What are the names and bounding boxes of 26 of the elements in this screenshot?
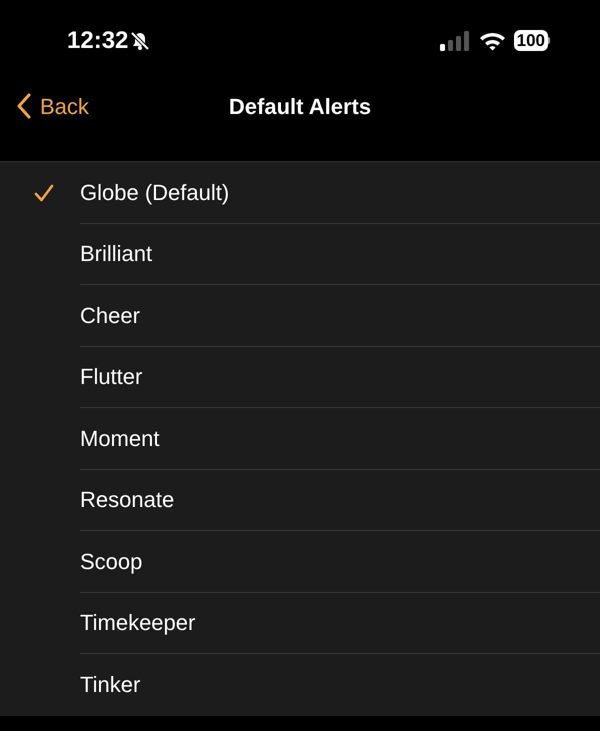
alert-option[interactable]: Brilliant — [0, 224, 600, 285]
alert-option[interactable]: Globe (Default) — [0, 162, 600, 224]
back-button[interactable]: Back — [16, 90, 89, 122]
option-label: Brilliant — [80, 240, 152, 268]
option-label: Cheer — [80, 302, 140, 330]
chevron-left-icon — [16, 93, 32, 119]
alert-option[interactable]: Tinker — [0, 654, 600, 716]
alert-option[interactable]: Moment — [0, 408, 600, 470]
option-label: Resonate — [80, 486, 174, 514]
option-label: Flutter — [80, 363, 142, 392]
battery-level: 100 — [514, 30, 548, 51]
option-label: Globe (Default) — [80, 178, 230, 207]
status-time: 12:32 — [67, 26, 128, 56]
screen-title: Default Alerts — [228, 92, 372, 120]
wifi-icon — [478, 30, 506, 50]
muted-bell-icon — [130, 30, 150, 50]
alert-option[interactable]: Flutter — [0, 346, 600, 408]
alert-option[interactable]: Resonate — [0, 470, 600, 531]
alert-option[interactable]: Cheer — [0, 285, 600, 346]
signal-icon — [440, 30, 471, 50]
option-label: Tinker — [80, 671, 140, 700]
option-label: Moment — [80, 424, 160, 453]
alert-option[interactable]: Timekeeper — [0, 592, 600, 654]
alert-option[interactable]: Scoop — [0, 531, 600, 592]
option-label: Scoop — [80, 548, 142, 576]
option-label: Timekeeper — [80, 609, 196, 638]
